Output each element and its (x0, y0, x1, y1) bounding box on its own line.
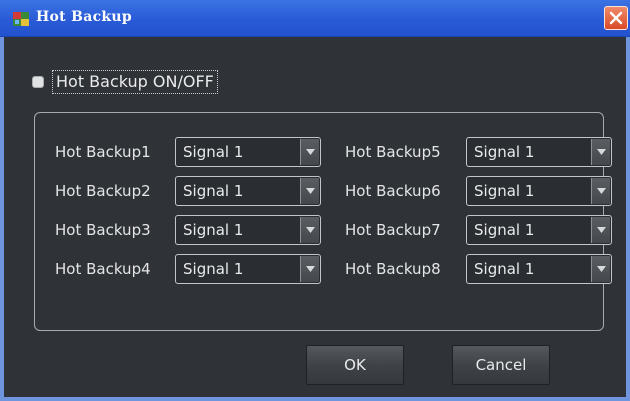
hot-backup3-label: Hot Backup3 (55, 221, 151, 239)
chevron-down-icon[interactable] (591, 139, 610, 165)
hot-backup8-label: Hot Backup8 (345, 260, 441, 278)
close-icon (609, 11, 623, 25)
hot-backup-dialog: Hot Backup Hot Backup ON/OFF Hot Backup1… (0, 0, 630, 401)
hot-backup1-select[interactable]: Signal 1 (175, 137, 321, 167)
close-button[interactable] (604, 6, 628, 30)
hot-backup3-value: Signal 1 (183, 221, 244, 239)
hot-backup-checkbox[interactable] (32, 76, 44, 88)
hot-backup6-value: Signal 1 (474, 182, 535, 200)
chevron-down-icon[interactable] (591, 178, 610, 204)
hot-backup8-value: Signal 1 (474, 260, 535, 278)
hot-backup5-value: Signal 1 (474, 143, 535, 161)
chevron-down-icon[interactable] (591, 217, 610, 243)
ok-button[interactable]: OK (306, 345, 404, 385)
hot-backup8-select[interactable]: Signal 1 (466, 254, 612, 284)
window-title: Hot Backup (36, 9, 133, 25)
chevron-down-icon[interactable] (300, 217, 319, 243)
chevron-down-icon[interactable] (300, 139, 319, 165)
hot-backup2-select[interactable]: Signal 1 (175, 176, 321, 206)
hot-backup6-label: Hot Backup6 (345, 182, 441, 200)
cancel-button[interactable]: Cancel (452, 345, 550, 385)
hot-backup-toggle-label[interactable]: Hot Backup ON/OFF (52, 70, 218, 94)
hot-backup1-label: Hot Backup1 (55, 143, 151, 161)
hot-backup2-value: Signal 1 (183, 182, 244, 200)
chevron-down-icon[interactable] (591, 256, 610, 282)
chevron-down-icon[interactable] (300, 256, 319, 282)
hot-backup5-label: Hot Backup5 (345, 143, 441, 161)
hot-backup7-label: Hot Backup7 (345, 221, 441, 239)
app-icon (13, 11, 29, 26)
hot-backup-group: Hot Backup1 Signal 1 Hot Backup2 Signal … (34, 112, 612, 331)
hot-backup5-select[interactable]: Signal 1 (466, 137, 612, 167)
hot-backup4-select[interactable]: Signal 1 (175, 254, 321, 284)
hot-backup7-select[interactable]: Signal 1 (466, 215, 612, 245)
hot-backup6-select[interactable]: Signal 1 (466, 176, 612, 206)
hot-backup1-value: Signal 1 (183, 143, 244, 161)
hot-backup-toggle[interactable]: Hot Backup ON/OFF (32, 70, 218, 94)
hot-backup4-value: Signal 1 (183, 260, 244, 278)
hot-backup4-label: Hot Backup4 (55, 260, 151, 278)
hot-backup3-select[interactable]: Signal 1 (175, 215, 321, 245)
hot-backup2-label: Hot Backup2 (55, 182, 151, 200)
title-bar[interactable]: Hot Backup (0, 0, 630, 37)
hot-backup7-value: Signal 1 (474, 221, 535, 239)
chevron-down-icon[interactable] (300, 178, 319, 204)
